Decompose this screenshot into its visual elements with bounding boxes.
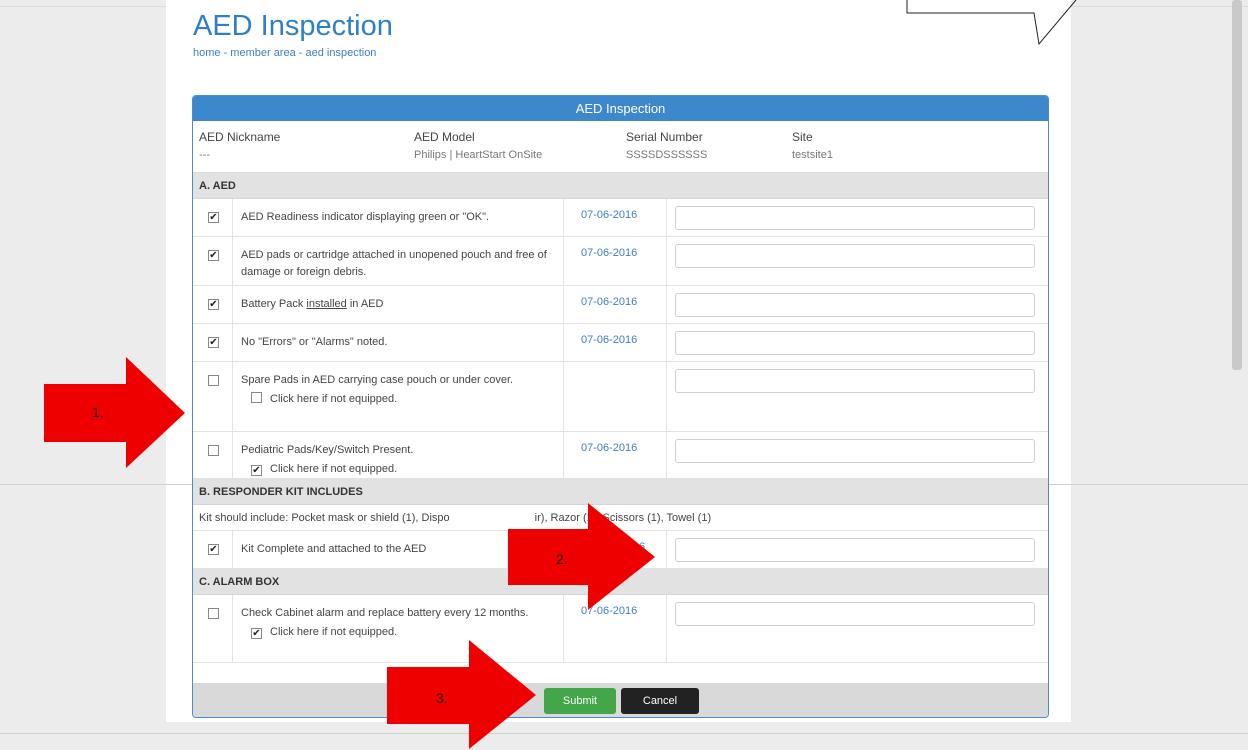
item-checkbox[interactable]: ✔ bbox=[208, 250, 219, 261]
arrow-label-1: 1. bbox=[92, 404, 104, 420]
model-column: AED Model Philips | HeartStart OnSite bbox=[414, 130, 542, 161]
checklist-item: Spare Pads in AED carrying case pouch or… bbox=[193, 362, 1048, 432]
item-label-text: Spare Pads in AED carrying case pouch or… bbox=[241, 374, 514, 386]
inspection-panel: AED Inspection AED Nickname --- AED Mode… bbox=[192, 95, 1049, 718]
item-label: No "Errors" or "Alarms" noted. bbox=[241, 336, 388, 348]
nickname-value: --- bbox=[199, 149, 210, 161]
item-label-pre: Battery Pack bbox=[241, 298, 307, 310]
checklist-item: ✔ No "Errors" or "Alarms" noted. 07-06-2… bbox=[193, 324, 1048, 362]
item-checkbox[interactable]: ✔ bbox=[208, 337, 219, 348]
not-equipped-option: Click here if not equipped. bbox=[241, 391, 559, 408]
nickname-column: AED Nickname --- bbox=[199, 130, 280, 161]
item-label-post: in AED bbox=[346, 298, 384, 310]
item-date[interactable]: 07-06-2016 bbox=[581, 247, 637, 259]
item-note-input[interactable] bbox=[675, 331, 1035, 355]
aed-info-row: AED Nickname --- AED Model Philips | Hea… bbox=[193, 121, 1048, 173]
item-label-text: Pediatric Pads/Key/Switch Present. bbox=[241, 444, 414, 456]
arrow-label-3: 3. bbox=[436, 690, 448, 706]
callout-outline bbox=[906, 0, 1077, 46]
not-equipped-checkbox[interactable]: ✔ bbox=[251, 465, 262, 476]
not-equipped-label: Click here if not equipped. bbox=[270, 463, 398, 475]
item-checkbox[interactable] bbox=[208, 608, 219, 619]
not-equipped-option: ✔ Click here if not equipped. bbox=[241, 624, 559, 641]
item-note-input[interactable] bbox=[675, 439, 1035, 463]
not-equipped-label: Click here if not equipped. bbox=[270, 393, 398, 405]
section-b-header: B. RESPONDER KIT INCLUDES bbox=[193, 479, 1048, 505]
item-label: AED Readiness indicator displaying green… bbox=[241, 211, 490, 223]
arrow-label-2: 2. bbox=[556, 551, 568, 567]
kit-note-start: Kit should include: Pocket mask or shiel… bbox=[199, 512, 450, 524]
item-note-input[interactable] bbox=[675, 538, 1035, 562]
item-checkbox[interactable]: ✔ bbox=[208, 299, 219, 310]
not-equipped-checkbox[interactable] bbox=[251, 392, 262, 403]
model-value: Philips | HeartStart OnSite bbox=[414, 149, 543, 161]
installed-link[interactable]: installed bbox=[306, 298, 346, 310]
site-label: Site bbox=[792, 130, 813, 144]
model-label: AED Model bbox=[414, 130, 475, 144]
item-label: Spare Pads in AED carrying case pouch or… bbox=[241, 372, 559, 408]
submit-button[interactable]: Submit bbox=[544, 688, 616, 714]
checklist-item: ✔ AED pads or cartridge attached in unop… bbox=[193, 237, 1048, 286]
cancel-button[interactable]: Cancel bbox=[621, 688, 699, 714]
checklist-item: ✔ AED Readiness indicator displaying gre… bbox=[193, 199, 1048, 237]
red-arrow-1 bbox=[44, 357, 185, 468]
item-note-input[interactable] bbox=[675, 206, 1035, 230]
item-checkbox[interactable] bbox=[208, 445, 219, 456]
page-title: AED Inspection bbox=[193, 10, 393, 42]
item-date[interactable]: 07-06-2016 bbox=[581, 442, 637, 454]
item-checkbox[interactable]: ✔ bbox=[208, 212, 219, 223]
item-label: Pediatric Pads/Key/Switch Present. ✔ Clic… bbox=[241, 442, 559, 478]
item-note-input[interactable] bbox=[675, 244, 1035, 268]
not-equipped-checkbox[interactable]: ✔ bbox=[251, 628, 262, 639]
panel-header: AED Inspection bbox=[193, 96, 1048, 121]
item-date[interactable]: 07-06-2016 bbox=[581, 334, 637, 346]
item-checkbox[interactable] bbox=[208, 375, 219, 386]
serial-value: SSSSDSSSSSS bbox=[626, 149, 708, 161]
site-value: testsite1 bbox=[792, 149, 833, 161]
item-date[interactable]: 07-06-2016 bbox=[581, 296, 637, 308]
scrollbar[interactable] bbox=[1232, 0, 1242, 370]
bottom-seam bbox=[0, 733, 1248, 734]
not-equipped-option: ✔ Click here if not equipped. bbox=[241, 461, 559, 478]
nickname-label: AED Nickname bbox=[199, 130, 281, 144]
serial-label: Serial Number bbox=[626, 130, 703, 144]
checklist-item: Pediatric Pads/Key/Switch Present. ✔ Clic… bbox=[193, 432, 1048, 479]
breadcrumb[interactable]: home - member area - aed inspection bbox=[193, 47, 376, 59]
item-label: Battery Pack installed in AED bbox=[241, 296, 559, 313]
item-checkbox[interactable]: ✔ bbox=[208, 544, 219, 555]
section-a-header: A. AED bbox=[193, 173, 1048, 199]
item-note-input[interactable] bbox=[675, 369, 1035, 393]
red-arrow-3 bbox=[387, 640, 536, 749]
not-equipped-label: Click here if not equipped. bbox=[270, 626, 398, 638]
red-arrow-2 bbox=[508, 503, 655, 610]
site-column: Site testsite1 bbox=[792, 130, 833, 161]
item-note-input[interactable] bbox=[675, 293, 1035, 317]
serial-column: Serial Number SSSSDSSSSSS bbox=[626, 130, 707, 161]
item-date[interactable]: 07-06-2016 bbox=[581, 209, 637, 221]
item-label: AED pads or cartridge attached in unopen… bbox=[241, 249, 547, 278]
checklist-item: ✔ Battery Pack installed in AED 07-06-20… bbox=[193, 286, 1048, 324]
form-footer: Submit Cancel bbox=[193, 683, 1048, 717]
item-note-input[interactable] bbox=[675, 602, 1035, 626]
